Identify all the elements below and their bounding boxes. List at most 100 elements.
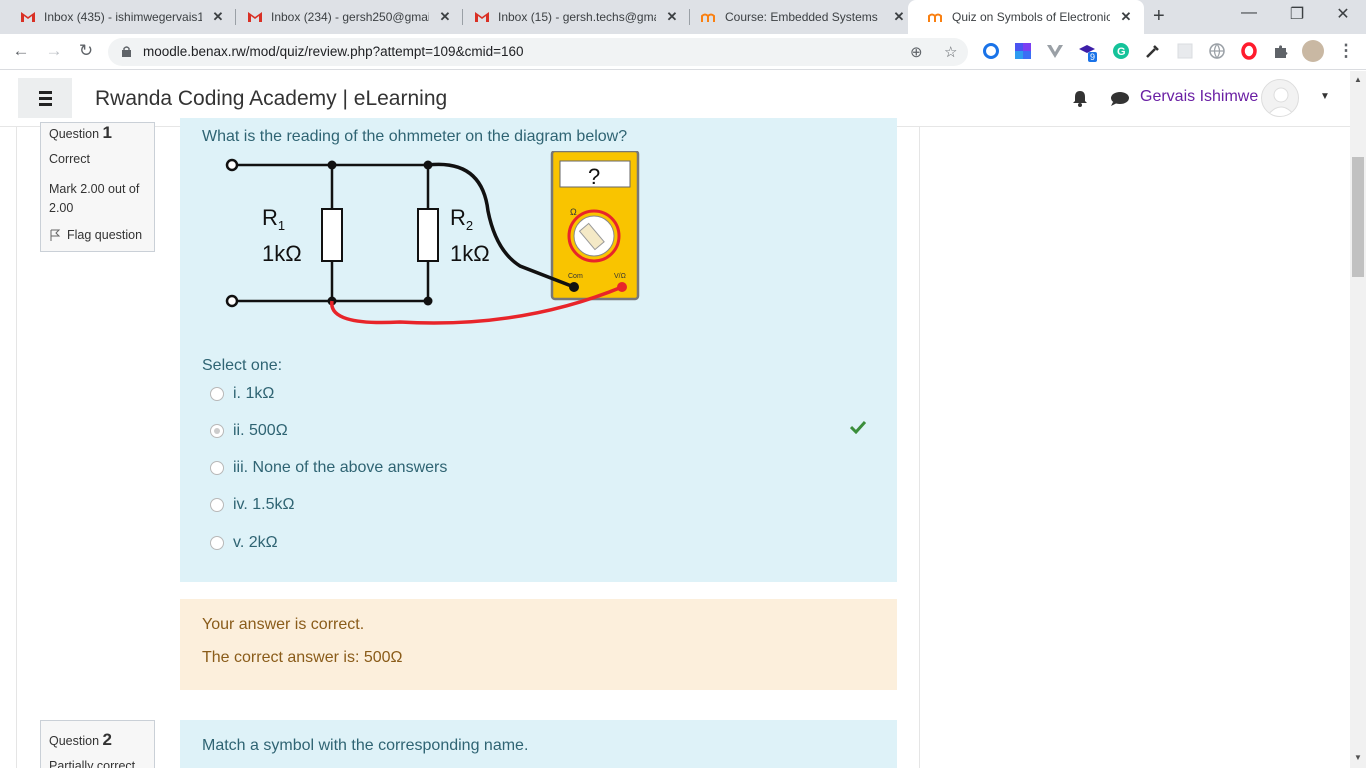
question-state: Correct [49,152,90,166]
close-icon[interactable]: ✕ [210,9,226,25]
question-mark: Mark 2.00 out of 2.00 [49,182,140,215]
com-label: Com [568,273,583,280]
forward-arrow-icon[interactable]: → [44,41,64,61]
radio-button[interactable] [210,498,224,512]
blank-extension-icon[interactable] [1176,42,1194,60]
page-scrollbar[interactable]: ▲ ▼ [1350,71,1366,768]
dial-ohm-label: Ω [570,207,577,217]
question-info-panel-1: Question 1 Correct Mark 2.00 out of 2.00… [40,122,155,252]
question-number: Question 1 [49,123,112,142]
browser-tab-4[interactable]: Course: Embedded Systems ✕ [681,0,917,34]
bookmark-star-icon[interactable]: ☆ [944,43,957,61]
resistor-r2 [417,208,439,262]
minimize-icon[interactable]: — [1226,4,1272,22]
answer-option-4[interactable]: iv. 1.5kΩ [210,496,294,514]
puzzle-extensions-icon[interactable] [1272,42,1290,60]
gmail-icon [248,12,262,22]
feedback-result: Your answer is correct. [202,616,365,633]
grammarly-icon[interactable]: G [1112,42,1130,60]
url-omnibox[interactable]: moodle.benax.rw/mod/quiz/review.php?atte… [108,38,968,66]
browser-tab-5-active[interactable]: Quiz on Symbols of Electronic ✕ [908,0,1144,34]
moodle-icon [928,13,942,22]
resistor-r1 [321,208,343,262]
flag-question-link[interactable]: Flag question [49,228,142,242]
radio-button[interactable] [210,536,224,550]
address-bar: ← → ↻ moodle.benax.rw/mod/quiz/review.ph… [0,34,1366,70]
option-label: ii. 500Ω [233,422,288,439]
opera-icon[interactable] [1240,42,1258,60]
browser-tab-2[interactable]: Inbox (234) - gersh250@gmail ✕ [227,0,463,34]
window-close-icon[interactable]: ✕ [1320,4,1366,24]
question-number: Question 2 [49,730,112,749]
bell-icon[interactable] [1072,90,1088,107]
color-grid-extension-icon[interactable] [1014,42,1032,60]
close-icon[interactable]: ✕ [437,9,453,25]
opera-ring-icon[interactable] [982,42,1000,60]
answer-option-3[interactable]: iii. None of the above answers [210,459,447,477]
graduation-extension-icon[interactable]: 9 [1078,42,1098,62]
multimeter-reading: ? [588,164,600,189]
moodle-icon [701,13,715,22]
answer-option-1[interactable]: i. 1kΩ [210,385,274,403]
svg-text:G: G [1117,46,1126,58]
vue-extension-icon[interactable] [1046,42,1064,60]
feedback-correct-answer: The correct answer is: 500Ω [202,649,403,666]
question-text-box-2: Match a symbol with the corresponding na… [180,720,897,768]
r1-label: R1 [262,205,285,233]
question-info-panel-2: Question 2 Partially correct [40,720,155,768]
radio-button-selected[interactable] [210,424,224,438]
close-icon[interactable]: ✕ [664,9,680,25]
question-text: What is the reading of the ohmmeter on t… [202,128,628,145]
user-name-link[interactable]: Gervais Ishimwe [1140,88,1258,106]
option-label: i. 1kΩ [233,385,275,402]
gmail-icon [21,12,35,22]
browser-menu-icon[interactable]: ⋮ [1336,41,1356,61]
profile-avatar-icon[interactable] [1302,40,1324,62]
scroll-down-arrow-icon[interactable]: ▼ [1354,753,1362,762]
r2-label: R2 [450,205,473,233]
r2-value: 1kΩ [450,241,490,266]
question-text: Match a symbol with the corresponding na… [202,737,529,754]
question-feedback: Your answer is correct. The correct answ… [180,599,897,690]
correct-tick-icon [850,420,866,434]
radio-button[interactable] [210,387,224,401]
tab-title: Inbox (435) - ishimwegervais11 [44,10,202,24]
answer-option-5[interactable]: v. 2kΩ [210,534,278,552]
scroll-up-arrow-icon[interactable]: ▲ [1354,75,1362,84]
url-text[interactable]: moodle.benax.rw/mod/quiz/review.php?atte… [143,44,523,59]
tab-title: Inbox (15) - gersh.techs@gmai [498,10,656,24]
chat-bubble-icon[interactable] [1110,91,1130,107]
extension-badge: 9 [1088,52,1098,62]
user-avatar[interactable] [1261,79,1299,117]
default-user-icon [1266,87,1296,116]
select-one-prompt: Select one: [202,357,283,374]
radio-button[interactable] [210,461,224,475]
tab-title: Quiz on Symbols of Electronic [952,10,1110,24]
hamburger-menu-button[interactable] [18,78,72,118]
tab-title: Course: Embedded Systems [725,10,878,24]
reload-icon[interactable]: ↻ [76,41,96,61]
close-icon[interactable]: ✕ [891,9,907,25]
lock-icon [122,46,131,57]
flag-question-label: Flag question [67,228,143,242]
answer-option-2[interactable]: ii. 500Ω [210,422,288,440]
flag-icon [50,229,61,241]
r1-value: 1kΩ [262,241,302,266]
browser-tab-bar: Inbox (435) - ishimwegervais11 ✕ Inbox (… [0,0,1366,34]
zoom-icon[interactable]: ⊕ [910,43,923,61]
eyedropper-extension-icon[interactable] [1144,42,1162,60]
option-label: iv. 1.5kΩ [233,496,295,513]
user-menu-caret-icon[interactable]: ▼ [1320,91,1330,102]
browser-tab-3[interactable]: Inbox (15) - gersh.techs@gmai ✕ [454,0,690,34]
scrollbar-thumb[interactable] [1352,157,1364,277]
back-arrow-icon[interactable]: ← [11,41,31,61]
close-icon[interactable]: ✕ [1118,9,1134,25]
globe-extension-icon[interactable] [1208,42,1226,60]
ohmmeter-circuit-diagram: R1 1kΩ R2 1kΩ ? Ω Com V/Ω [225,151,640,325]
site-name[interactable]: Rwanda Coding Academy | eLearning [95,87,447,111]
option-label: v. 2kΩ [233,534,278,551]
browser-tab-1[interactable]: Inbox (435) - ishimwegervais11 ✕ [0,0,236,34]
new-tab-button[interactable]: + [1153,5,1165,28]
question-state: Partially correct [49,759,136,768]
restore-icon[interactable]: ❐ [1274,4,1320,24]
